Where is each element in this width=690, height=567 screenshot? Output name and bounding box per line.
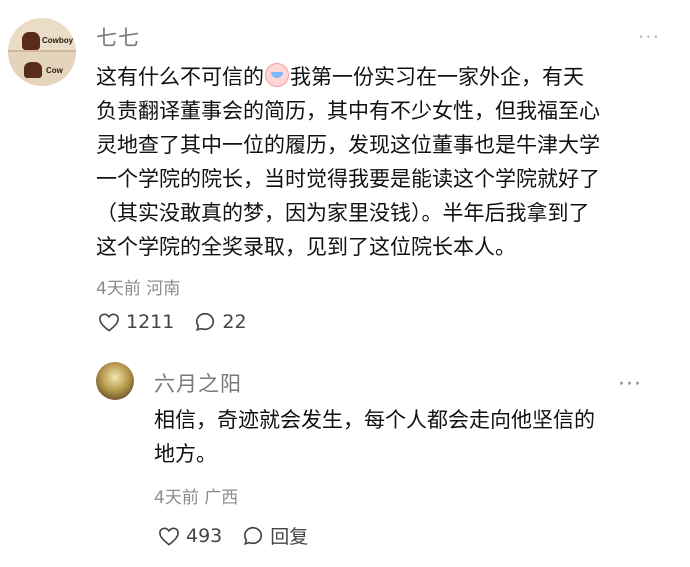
- reply-button[interactable]: 回复: [242, 522, 308, 549]
- comment-button[interactable]: 22: [194, 311, 247, 333]
- comment-body: 这有什么不可信的 我第一份实习在一家外企，有天 负责翻译董事会的简历，其中有不少女…: [96, 60, 666, 264]
- comment-line: 一个学院的院长，当时觉得我要是能读这个学院就好了: [96, 167, 600, 191]
- like-button[interactable]: 493: [158, 525, 222, 547]
- comment-line: （其实没敢真的梦，因为家里没钱）。半年后我拿到了: [96, 201, 590, 225]
- timestamp: 4天前: [154, 488, 199, 508]
- reply-meta: 4天前 广西: [154, 483, 238, 508]
- location: 广西: [204, 488, 239, 508]
- comment-line: 负责翻译董事会的简历，其中有不少女性，但我福至心: [96, 99, 600, 123]
- comment-meta: 4天前 河南: [96, 274, 180, 299]
- avatar-text: Cowboy: [42, 36, 74, 45]
- like-button[interactable]: 1211: [98, 311, 174, 333]
- reply-username[interactable]: 六月之阳: [154, 368, 242, 398]
- username[interactable]: 七七: [96, 22, 140, 52]
- comment-actions: 1211 22: [98, 311, 257, 333]
- comment-line: 这个学院的全奖录取，见到了这位院长本人。: [96, 235, 516, 259]
- comment-text: 我第一份实习在一家外企，有天: [290, 65, 584, 89]
- reply-label: 回复: [270, 526, 309, 548]
- reply-body: 相信，奇迹就会发生，每个人都会走向他坚信的 地方。: [154, 403, 674, 471]
- avatar-figure-icon: [24, 62, 42, 78]
- avatar[interactable]: Cowboy Cow: [8, 18, 76, 86]
- chat-bubble-icon: [244, 526, 263, 545]
- comment-count: 22: [222, 311, 247, 333]
- location: 河南: [146, 279, 181, 299]
- avatar-figure-icon: [22, 32, 40, 50]
- heart-icon: [159, 526, 179, 546]
- avatar-top-panel: [8, 18, 76, 52]
- like-count: 493: [186, 524, 223, 547]
- more-icon[interactable]: ···: [618, 374, 642, 396]
- avatar-bottom-panel: [8, 50, 76, 86]
- chat-bubble-icon: [196, 312, 215, 332]
- face-with-tears-icon: [265, 63, 289, 87]
- comment-line-1: 这有什么不可信的 我第一份实习在一家外企，有天: [96, 60, 666, 94]
- like-count: 1211: [126, 311, 175, 333]
- heart-icon: [99, 313, 119, 332]
- reply-line: 相信，奇迹就会发生，每个人都会走向他坚信的: [154, 408, 595, 432]
- reply-avatar[interactable]: [96, 362, 134, 400]
- avatar-text: Cow: [46, 66, 63, 75]
- comment-line: 灵地查了其中一位的履历，发现这位董事也是牛津大学: [96, 133, 600, 157]
- reply-line: 地方。: [154, 442, 217, 466]
- comment-text: 这有什么不可信的: [96, 65, 264, 89]
- timestamp: 4天前: [96, 279, 141, 299]
- reply-actions: 493 回复: [158, 522, 318, 549]
- more-icon[interactable]: ···: [638, 27, 660, 47]
